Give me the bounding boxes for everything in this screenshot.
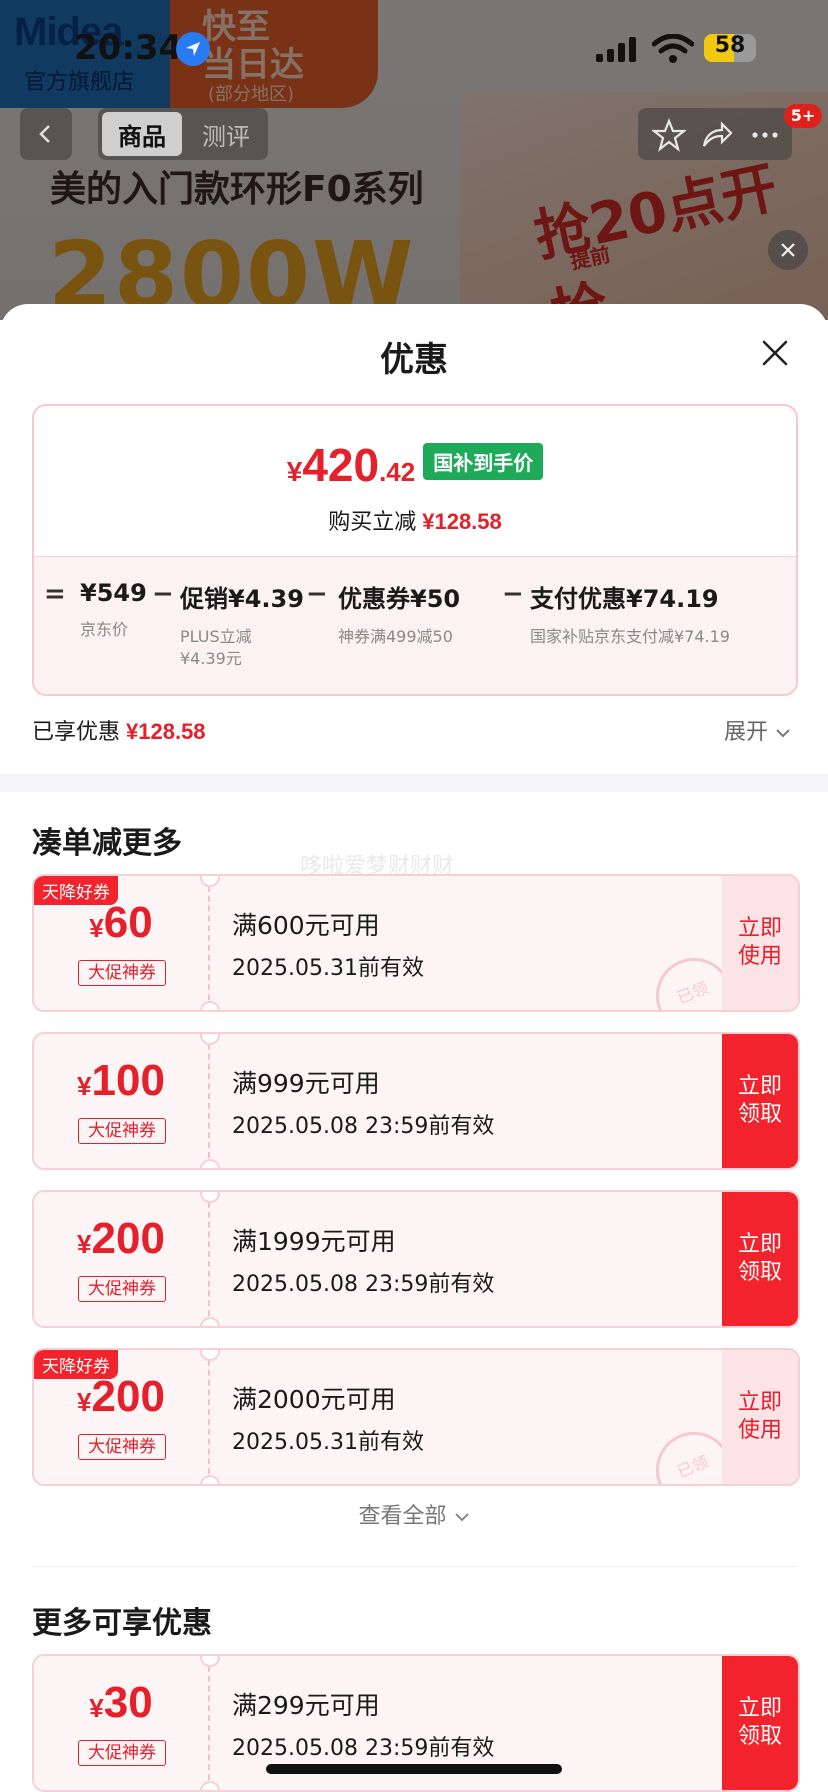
view-all-button[interactable]: 查看全部 [0, 1498, 828, 1530]
coupon-card: ¥100 大促神券 满999元可用 2025.05.08 23:59前有效 立即… [32, 1032, 800, 1170]
coupon-expiry: 2025.05.31前有效 [232, 1430, 424, 1455]
enjoyed-discount: 已享优惠 ¥128.58 [32, 714, 206, 746]
minus-sign: − [306, 579, 328, 609]
star-icon[interactable] [652, 118, 686, 152]
chevron-down-icon [454, 1513, 469, 1522]
use-coupon-button[interactable]: 立即 使用 [722, 876, 798, 1010]
enjoyed-discount-label: 已享优惠 [32, 720, 121, 745]
use-coupon-button[interactable]: 立即 使用 [722, 1350, 798, 1484]
message-badge: 5+ [784, 104, 822, 128]
coupon-perforation [208, 1034, 210, 1168]
coupon-condition: 满600元可用 [232, 911, 380, 940]
coupon-condition: 满2000元可用 [232, 1385, 396, 1414]
coupon-type: 大促神券 [78, 1434, 166, 1460]
coupon-amount: ¥200 [77, 1372, 165, 1421]
instant-discount: 购买立减 ¥128.58 [34, 504, 796, 536]
coupon-card: ¥200 大促神券 满1999元可用 2025.05.08 23:59前有效 立… [32, 1190, 800, 1328]
coupon-type: 大促神券 [78, 960, 166, 986]
coupon-amount: ¥100 [77, 1056, 165, 1105]
coupon-card: ¥200 大促神券 满2000元可用 2025.05.31前有效 已领 立即 使… [32, 1348, 800, 1486]
share-icon[interactable] [700, 118, 734, 152]
coupon-condition: 满299元可用 [232, 1691, 380, 1720]
more-icon[interactable] [748, 118, 782, 152]
claim-coupon-button[interactable]: 立即 领取 [722, 1034, 798, 1168]
equals-sign: = [44, 579, 66, 609]
coupon-condition: 满1999元可用 [232, 1227, 396, 1256]
minus-sign: − [502, 579, 524, 609]
coupon-value: ¥200 大促神券 [34, 1192, 208, 1326]
minus-sign: − [152, 579, 174, 609]
coupon-type: 大促神券 [78, 1118, 166, 1144]
status-bar: 20:34 58 [0, 0, 828, 96]
coupon-expiry: 2025.05.08 23:59前有效 [232, 1272, 495, 1297]
breakdown-item-jd-price: ¥549 京东价 [80, 579, 147, 639]
coupon-value: ¥100 大促神券 [34, 1034, 208, 1168]
expand-label: 展开 [724, 720, 769, 745]
view-all-label: 查看全部 [358, 1504, 447, 1529]
chevron-left-icon [39, 125, 50, 143]
coupon-card: ¥60 大促神券 满600元可用 2025.05.31前有效 已领 立即 使用 … [32, 874, 800, 1012]
location-icon [176, 32, 210, 66]
breakdown-item-payment: 支付优惠¥74.19 国家补贴京东支付减¥74.19 [530, 585, 730, 646]
enjoyed-discount-amount: ¥128.58 [126, 719, 206, 744]
final-price: ¥420.42 [286, 439, 416, 491]
coupon-value: ¥30 大促神券 [34, 1656, 208, 1790]
close-icon [781, 243, 795, 257]
coupon-tag: 天降好券 [34, 1350, 118, 1379]
tab-product[interactable]: 商品 [102, 112, 182, 156]
coupon-amount: ¥30 [89, 1678, 153, 1727]
float-close-button[interactable] [768, 230, 808, 270]
price-breakdown: = ¥549 京东价 − 促销¥4.39 PLUS立减 ¥4.39元 − 优惠券¥… [34, 556, 796, 694]
discount-sheet: 优惠 ¥420.42 国补到手价 购买立减 ¥128.58 = ¥549 京东价 −… [0, 304, 828, 1792]
coupon-expiry: 2025.05.08 23:59前有效 [232, 1736, 495, 1761]
coupon-amount: ¥200 [77, 1214, 165, 1263]
price-summary-card: ¥420.42 国补到手价 购买立减 ¥128.58 = ¥549 京东价 − 促销… [32, 404, 798, 696]
coupon-perforation [208, 876, 210, 1010]
coupon-condition: 满999元可用 [232, 1069, 380, 1098]
coupon-perforation [208, 1192, 210, 1326]
battery-icon: 58 [704, 32, 768, 64]
claim-coupon-button[interactable]: 立即 领取 [722, 1192, 798, 1326]
chevron-down-icon [776, 729, 790, 738]
breakdown-item-coupon: 优惠券¥50 神券满499减50 [338, 585, 461, 646]
section-divider [32, 1566, 796, 1567]
instant-discount-label: 购买立减 [328, 510, 417, 535]
subsidy-price-tag: 国补到手价 [423, 443, 544, 480]
nav-actions [638, 108, 792, 160]
coupon-perforation [208, 1350, 210, 1484]
coupon-perforation [208, 1656, 210, 1790]
battery-percent: 58 [714, 33, 746, 58]
close-sheet-button[interactable] [758, 336, 792, 370]
section-title-bundle: 凑单减更多 [32, 826, 182, 861]
claim-coupon-button[interactable]: 立即 领取 [722, 1656, 798, 1790]
coupon-expiry: 2025.05.31前有效 [232, 956, 424, 981]
expand-button[interactable]: 展开 [724, 714, 791, 746]
sheet-title: 优惠 [380, 340, 448, 380]
coupon-type: 大促神券 [78, 1740, 166, 1766]
coupon-amount: ¥60 [89, 898, 153, 947]
coupon-expiry: 2025.05.08 23:59前有效 [232, 1114, 495, 1139]
tab-review[interactable]: 测评 [190, 112, 262, 156]
breakdown-item-promotion: 促销¥4.39 PLUS立减 ¥4.39元 [180, 585, 304, 668]
final-price-row: ¥420.42 国补到手价 [34, 438, 796, 498]
back-button[interactable] [20, 108, 72, 160]
status-time: 20:34 [74, 28, 183, 68]
product-tabs: 商品 测评 [98, 108, 268, 160]
section-divider [0, 774, 828, 792]
instant-discount-amount: ¥128.58 [422, 509, 502, 534]
home-indicator[interactable] [266, 1764, 562, 1774]
cellular-signal-icon [596, 37, 636, 62]
wifi-icon [652, 34, 694, 63]
coupon-type: 大促神券 [78, 1276, 166, 1302]
section-title-more: 更多可享优惠 [32, 1606, 212, 1641]
coupon-tag: 天降好券 [34, 876, 118, 905]
